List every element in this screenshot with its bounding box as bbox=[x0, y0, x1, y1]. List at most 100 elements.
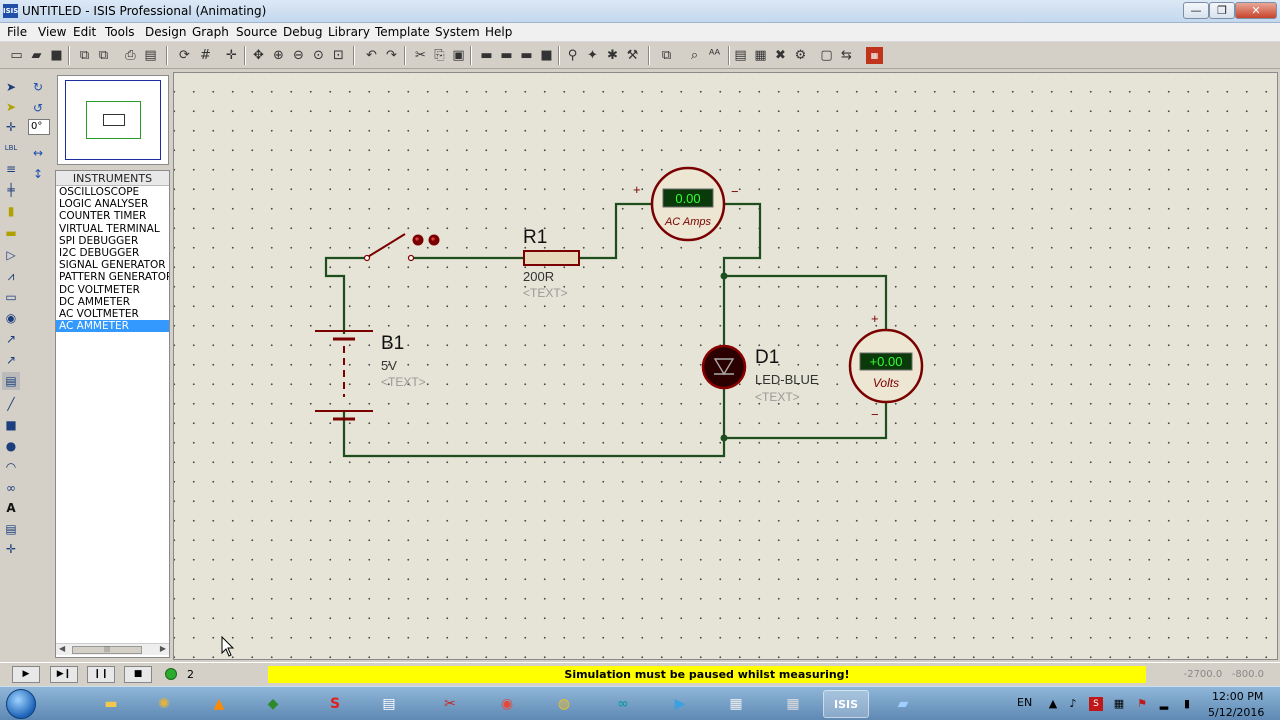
package-tool-icon[interactable]: ✱ bbox=[604, 47, 621, 64]
voltage-probe-icon[interactable]: ↗ bbox=[2, 330, 20, 348]
scroll-left-icon[interactable]: ◀ bbox=[59, 644, 65, 653]
instrument-item[interactable]: SIGNAL GENERATOR bbox=[56, 259, 169, 271]
pan-icon[interactable]: ✥ bbox=[250, 47, 267, 64]
instrument-item[interactable]: SPI DEBUGGER bbox=[56, 235, 169, 247]
block-copy-icon[interactable]: ▬ bbox=[478, 47, 495, 64]
switch-sw1[interactable] bbox=[363, 233, 440, 262]
maximize-button[interactable]: ❐ bbox=[1209, 2, 1235, 19]
netlist-icon[interactable]: ⇆ bbox=[838, 47, 855, 64]
path-tool-icon[interactable]: ∞ bbox=[2, 479, 20, 497]
terminals-icon[interactable]: ▬ bbox=[2, 224, 20, 242]
resistor-r1[interactable] bbox=[523, 250, 580, 266]
language-indicator[interactable]: EN bbox=[1017, 696, 1032, 709]
copy-icon[interactable]: ⎘ bbox=[431, 47, 448, 64]
mirror-horizontal-icon[interactable]: ↔ bbox=[29, 144, 47, 162]
export-icon[interactable]: ⧉ bbox=[95, 47, 112, 64]
instrument-item[interactable]: OSCILLOSCOPE bbox=[56, 186, 169, 198]
ares-icon[interactable]: ▦ bbox=[866, 47, 883, 64]
solidworks-icon[interactable]: S bbox=[312, 690, 358, 718]
pcb-app-icon[interactable]: ◆ bbox=[250, 690, 296, 718]
component-mode-icon[interactable]: ➤ bbox=[2, 98, 20, 116]
search-tag-icon[interactable]: ⌕ bbox=[686, 47, 703, 64]
block-rotate-icon[interactable]: ▬ bbox=[518, 47, 535, 64]
generator-mode-icon[interactable]: ◉ bbox=[2, 309, 20, 327]
tray-expand-icon[interactable]: ▲ bbox=[1046, 697, 1060, 711]
instrument-item[interactable]: I2C DEBUGGER bbox=[56, 247, 169, 259]
paste-icon[interactable]: ▣ bbox=[450, 47, 467, 64]
clock-date[interactable]: 5/12/2016 bbox=[1208, 706, 1264, 719]
instrument-item[interactable]: COUNTER TIMER bbox=[56, 210, 169, 222]
scroll-thumb[interactable]: ||| bbox=[72, 646, 142, 654]
isis-taskbar-icon[interactable]: ISIS bbox=[823, 690, 869, 718]
minimize-button[interactable]: — bbox=[1183, 2, 1209, 19]
zoom-out-icon[interactable]: ⊖ bbox=[290, 47, 307, 64]
arduino-icon[interactable]: ∞ bbox=[600, 690, 646, 718]
menu-design[interactable]: Design bbox=[145, 25, 186, 39]
menu-system[interactable]: System bbox=[435, 25, 480, 39]
mirror-vertical-icon[interactable]: ↕ bbox=[29, 165, 47, 183]
chrome-icon[interactable]: ◉ bbox=[484, 690, 530, 718]
cut-icon[interactable]: ✂ bbox=[412, 47, 429, 64]
new-file-icon[interactable]: ▭ bbox=[8, 47, 25, 64]
picasa-icon[interactable]: ✺ bbox=[141, 690, 187, 718]
origin-icon[interactable]: ✛ bbox=[223, 47, 240, 64]
scroll-right-icon[interactable]: ▶ bbox=[160, 644, 166, 653]
battery-icon[interactable]: ▮ bbox=[1180, 697, 1194, 711]
text-tool-icon[interactable]: A bbox=[2, 499, 20, 517]
calculator-icon[interactable]: ▦ bbox=[713, 690, 759, 718]
undo-icon[interactable]: ↶ bbox=[363, 47, 380, 64]
open-folder-icon[interactable]: ▰ bbox=[28, 47, 45, 64]
redraw-icon[interactable]: ⟳ bbox=[176, 47, 193, 64]
symbol-tool-icon[interactable]: ▤ bbox=[2, 520, 20, 538]
property-assign-icon[interactable]: ᴬᴬ bbox=[706, 47, 723, 64]
selection-mode-icon[interactable]: ➤ bbox=[2, 78, 20, 96]
block-delete-icon[interactable]: ■ bbox=[538, 47, 555, 64]
start-button[interactable] bbox=[6, 689, 36, 719]
instruments-scrollbar[interactable]: ◀ ||| ▶ bbox=[56, 643, 169, 655]
zoom-in-icon[interactable]: ⊕ bbox=[270, 47, 287, 64]
menu-template[interactable]: Template bbox=[375, 25, 430, 39]
circle-tool-icon[interactable]: ● bbox=[2, 437, 20, 455]
menu-tools[interactable]: Tools bbox=[105, 25, 135, 39]
network-icon[interactable]: ▦ bbox=[1112, 697, 1126, 711]
close-button[interactable]: ✕ bbox=[1235, 2, 1277, 19]
print-icon[interactable]: ⎙ bbox=[122, 47, 139, 64]
wire-label-icon[interactable]: LBL bbox=[2, 139, 20, 157]
current-probe-icon[interactable]: ↗ bbox=[2, 351, 20, 369]
messages-indicator[interactable]: 2 Message(s) bbox=[162, 666, 258, 698]
menu-edit[interactable]: Edit bbox=[73, 25, 96, 39]
bill-materials-icon[interactable]: ⚙ bbox=[792, 47, 809, 64]
overview-window[interactable] bbox=[57, 75, 169, 165]
signal-icon[interactable]: ▂ bbox=[1157, 697, 1171, 711]
gamepad-icon[interactable]: ◍ bbox=[541, 690, 587, 718]
notepad-icon[interactable]: ▰ bbox=[880, 690, 926, 718]
marker-tool-icon[interactable]: ✛ bbox=[2, 540, 20, 558]
file-explorer-icon[interactable]: ▬ bbox=[88, 690, 134, 718]
antivirus-icon[interactable]: S bbox=[1089, 697, 1103, 711]
remove-sheet-icon[interactable]: ▦ bbox=[752, 47, 769, 64]
junction-dot-icon[interactable]: ✛ bbox=[2, 118, 20, 136]
rotate-clockwise-icon[interactable]: ↻ bbox=[29, 78, 47, 96]
instrument-item-selected[interactable]: AC AMMETER bbox=[56, 320, 169, 333]
media-player-icon[interactable]: ▶ bbox=[657, 690, 703, 718]
arc-tool-icon[interactable]: ◠ bbox=[2, 458, 20, 476]
zoom-area-icon[interactable]: ⊡ bbox=[330, 47, 347, 64]
menu-file[interactable]: File bbox=[7, 25, 27, 39]
redo-icon[interactable]: ↷ bbox=[383, 47, 400, 64]
vlc-icon[interactable]: ▲ bbox=[196, 690, 242, 718]
area-icon[interactable]: ▤ bbox=[142, 47, 159, 64]
zoom-all-icon[interactable]: ⊙ bbox=[310, 47, 327, 64]
rotation-field[interactable]: 0° bbox=[28, 119, 50, 135]
instrument-item[interactable]: VIRTUAL TERMINAL bbox=[56, 223, 169, 235]
instrument-item[interactable]: DC AMMETER bbox=[56, 296, 169, 308]
instrument-item[interactable]: DC VOLTMETER bbox=[56, 284, 169, 296]
text-script-icon[interactable]: ≡ bbox=[2, 160, 20, 178]
menu-view[interactable]: View bbox=[38, 25, 66, 39]
battery-b1[interactable] bbox=[315, 330, 373, 421]
volume-icon[interactable]: ♪ bbox=[1066, 697, 1080, 711]
save-icon[interactable]: ■ bbox=[48, 47, 65, 64]
line-tool-icon[interactable]: ╱ bbox=[2, 395, 20, 413]
snipping-tool-icon[interactable]: ✂ bbox=[427, 690, 473, 718]
pause-button[interactable]: ❙❙ bbox=[87, 666, 115, 683]
grid-icon[interactable]: # bbox=[197, 47, 214, 64]
